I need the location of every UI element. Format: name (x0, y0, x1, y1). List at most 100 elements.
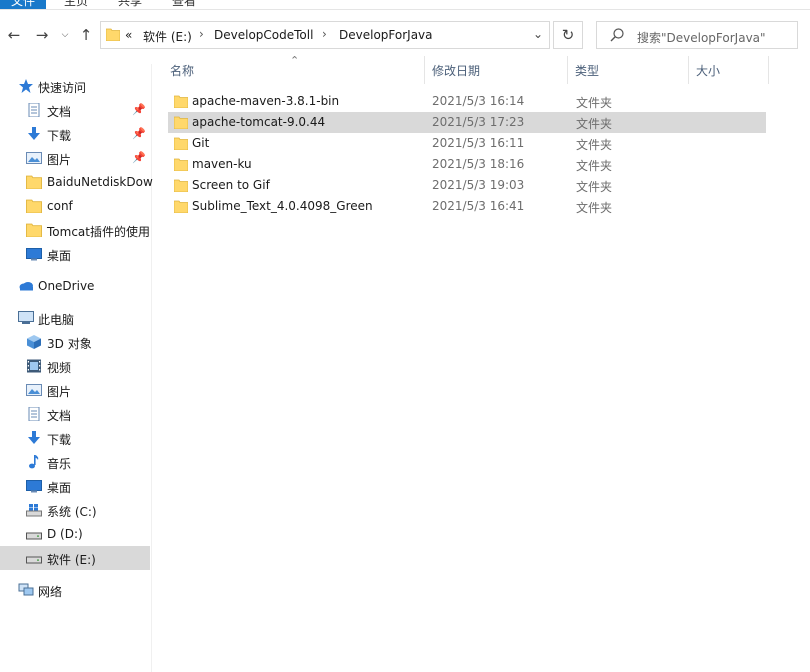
breadcrumb-drive-e[interactable]: 软件 (E:) (143, 28, 192, 45)
sidebar-item-label: 快速访问 (38, 81, 87, 95)
sidebar-item-label: 3D 对象 (47, 337, 92, 351)
sidebar-item-documents[interactable]: 文档 📌 (0, 98, 150, 122)
file-type: 文件夹 (576, 96, 613, 110)
sidebar-item-downloads[interactable]: 下载 📌 (0, 122, 150, 146)
folder-icon (174, 95, 188, 108)
cube-icon (27, 335, 41, 349)
download-arrow-icon (28, 431, 40, 444)
tab-home[interactable]: 主页 (64, 0, 88, 9)
file-name: Screen to Gif (192, 178, 270, 192)
sidebar-item-tomcat-plugin[interactable]: Tomcat插件的使用 (0, 218, 150, 242)
search-box[interactable]: 搜索"DevelopForJava" (596, 21, 798, 49)
column-header-date[interactable]: 修改日期 (432, 62, 480, 79)
folder-icon (26, 175, 42, 189)
sidebar-item-label: BaiduNetdiskDow (47, 175, 153, 189)
folder-icon (26, 223, 42, 237)
sidebar-item-label: 软件 (E:) (47, 553, 96, 567)
pin-icon: 📌 (132, 127, 146, 140)
sidebar-item-conf[interactable]: conf (0, 194, 150, 218)
folder-icon (174, 116, 188, 129)
file-list: ⌃ 名称 修改日期 类型 大小 apache-maven-3.8.1-bin 2… (160, 54, 810, 672)
recent-dropdown-icon[interactable]: ⌵ (58, 25, 72, 45)
column-divider[interactable] (424, 56, 425, 84)
sidebar-item-baidunetdisk[interactable]: BaiduNetdiskDow (0, 170, 153, 194)
column-divider[interactable] (688, 56, 689, 84)
file-type: 文件夹 (576, 201, 613, 215)
cloud-icon (19, 282, 33, 291)
up-arrow-icon[interactable]: ↑ (76, 25, 96, 45)
sidebar-item-label: 文档 (47, 105, 72, 119)
column-divider[interactable] (768, 56, 769, 84)
drive-icon (26, 532, 42, 540)
sidebar-item-label: 图片 (47, 153, 72, 167)
file-name: Sublime_Text_4.0.4098_Green (192, 199, 373, 213)
sidebar-item-desktop[interactable]: 桌面 (0, 242, 150, 266)
tab-file[interactable]: 文件 (0, 0, 46, 9)
navigation-bar: ← → ⌵ ↑ « 软件 (E:) › DevelopCodeToll › De… (0, 19, 810, 51)
sidebar-item-drive-d[interactable]: D (D:) (0, 522, 150, 546)
sidebar-item-quick-access[interactable]: 快速访问 (0, 74, 150, 98)
table-row[interactable]: Screen to Gif 2021/5/3 19:03 文件夹 (168, 175, 766, 196)
file-type: 文件夹 (576, 180, 613, 194)
sidebar-item-label: 系统 (C:) (47, 505, 97, 519)
sidebar-item-label: 网络 (38, 585, 63, 599)
breadcrumb-developforjava[interactable]: DevelopForJava (339, 28, 433, 42)
sidebar-item-network[interactable]: 网络 (0, 578, 150, 602)
breadcrumb-overflow[interactable]: « (125, 28, 132, 42)
sidebar-item-videos[interactable]: 视频 (0, 354, 150, 378)
sidebar-item-3d-objects[interactable]: 3D 对象 (0, 330, 150, 354)
sidebar-item-pc-pictures[interactable]: 图片 (0, 378, 150, 402)
folder-icon (174, 158, 188, 171)
sidebar-item-onedrive[interactable]: OneDrive (0, 274, 150, 298)
column-header-type[interactable]: 类型 (575, 62, 599, 79)
folder-icon (174, 200, 188, 213)
file-date: 2021/5/3 19:03 (432, 178, 525, 192)
forward-arrow-icon[interactable]: → (32, 25, 52, 45)
sidebar-item-drive-c[interactable]: 系统 (C:) (0, 498, 150, 522)
tab-view[interactable]: 查看 (172, 0, 196, 9)
table-row[interactable]: apache-tomcat-9.0.44 2021/5/3 17:23 文件夹 (168, 112, 766, 133)
table-row[interactable]: Git 2021/5/3 16:11 文件夹 (168, 133, 766, 154)
file-date: 2021/5/3 17:23 (432, 115, 525, 129)
chevron-down-icon[interactable]: ⌄ (533, 27, 543, 41)
desktop-icon (26, 480, 42, 493)
column-header-size[interactable]: 大小 (696, 62, 720, 79)
folder-icon (174, 137, 188, 150)
search-icon (610, 28, 624, 42)
drive-icon (26, 556, 42, 564)
pin-icon: 📌 (132, 103, 146, 116)
back-arrow-icon[interactable]: ← (4, 25, 24, 45)
sidebar-item-label: 下载 (47, 129, 72, 143)
address-bar[interactable]: « 软件 (E:) › DevelopCodeToll › DevelopFor… (100, 21, 550, 49)
file-name: Git (192, 136, 210, 150)
sidebar-item-drive-e[interactable]: 软件 (E:) (0, 546, 150, 570)
ribbon-tabs: 文件 主页 共享 查看 (0, 0, 810, 10)
sidebar-item-label: conf (47, 199, 73, 213)
folder-icon (106, 28, 120, 41)
sidebar-item-pictures[interactable]: 图片 📌 (0, 146, 150, 170)
sidebar-item-pc-documents[interactable]: 文档 (0, 402, 150, 426)
table-row[interactable]: apache-maven-3.8.1-bin 2021/5/3 16:14 文件… (168, 91, 766, 112)
sidebar-item-pc-downloads[interactable]: 下载 (0, 426, 150, 450)
sidebar-item-label: 文档 (47, 409, 72, 423)
sidebar-item-pc-desktop[interactable]: 桌面 (0, 474, 150, 498)
table-row[interactable]: maven-ku 2021/5/3 18:16 文件夹 (168, 154, 766, 175)
file-date: 2021/5/3 16:41 (432, 199, 525, 213)
breadcrumb-developcodetoll[interactable]: DevelopCodeToll (214, 28, 313, 42)
sidebar-item-this-pc[interactable]: 此电脑 (0, 306, 150, 330)
folder-icon (174, 179, 188, 192)
column-divider[interactable] (567, 56, 568, 84)
refresh-button[interactable]: ↻ (553, 21, 583, 49)
chevron-right-icon[interactable]: › (199, 27, 204, 41)
sidebar-item-label: 此电脑 (38, 313, 75, 327)
sidebar-item-music[interactable]: 音乐 (0, 450, 150, 474)
file-date: 2021/5/3 16:14 (432, 94, 525, 108)
folder-icon (26, 199, 42, 213)
tab-share[interactable]: 共享 (118, 0, 142, 9)
chevron-right-icon[interactable]: › (322, 27, 327, 41)
column-header-name[interactable]: 名称 (170, 62, 194, 79)
download-arrow-icon (28, 127, 40, 140)
table-row[interactable]: Sublime_Text_4.0.4098_Green 2021/5/3 16:… (168, 196, 766, 217)
pin-icon: 📌 (132, 151, 146, 164)
music-note-icon (29, 455, 39, 469)
